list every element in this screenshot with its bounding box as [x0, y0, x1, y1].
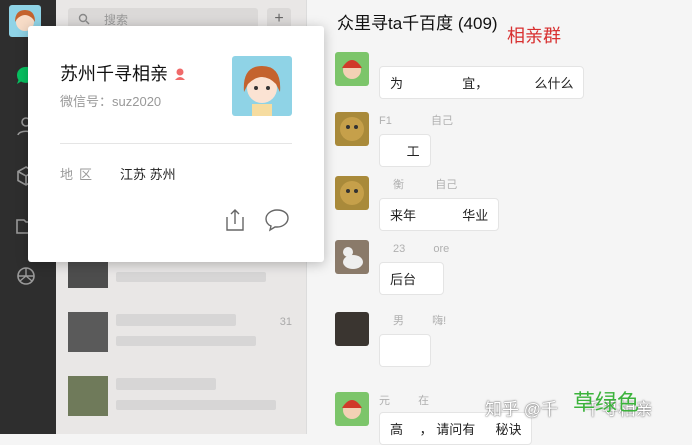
sender-name: 元 在 — [379, 395, 430, 407]
avatar — [335, 52, 369, 86]
send-message-icon[interactable] — [264, 208, 290, 232]
blurred-text — [116, 378, 216, 390]
divider — [60, 143, 292, 144]
message-bubble[interactable] — [379, 334, 431, 367]
message-bubble[interactable]: 为 宜， 么什么 — [379, 66, 585, 99]
blurred-text — [116, 272, 266, 282]
profile-name: 苏州千寻相亲 — [60, 60, 187, 86]
timestamp: 31 — [279, 316, 292, 328]
message-bubble[interactable]: 后台 — [379, 262, 444, 295]
avatar — [68, 376, 108, 416]
blurred-text — [116, 400, 276, 410]
chat-panel: 众里寻ta千百度 (409) 相亲群 为 宜， 么什么 F1 自己 工 衡 自己… — [307, 0, 692, 445]
profile-popup: 苏州千寻相亲 微信号：suz2020 地区 江苏 苏州 — [28, 26, 324, 262]
message-bubble[interactable]: 工 — [379, 134, 431, 167]
avatar — [335, 176, 369, 210]
moments-icon[interactable] — [14, 264, 38, 288]
list-item[interactable] — [56, 364, 306, 428]
share-icon[interactable] — [224, 208, 246, 232]
region-label: 地区 — [60, 167, 99, 182]
region-value: 江苏 苏州 — [120, 167, 176, 182]
chat-title: 众里寻ta千百度 (409) — [337, 14, 498, 33]
profile-avatar[interactable] — [232, 56, 292, 116]
annotation-green: 草绿色 — [573, 390, 640, 415]
avatar — [68, 312, 108, 352]
list-item[interactable]: 31 — [56, 300, 306, 364]
sender-name: 衡 自己 — [379, 179, 458, 191]
annotation-red: 相亲群 — [507, 26, 561, 46]
avatar — [335, 312, 369, 346]
sender-name: F1 自己 — [379, 115, 453, 127]
wechat-id: 微信号：suz2020 — [60, 94, 162, 109]
sender-name: 男 嗨! — [379, 315, 447, 327]
message-bubble[interactable]: 来年 华业 — [379, 198, 500, 231]
blurred-text — [116, 336, 256, 346]
search-icon — [78, 13, 90, 25]
sender-name: 23 ore — [379, 243, 450, 255]
avatar — [335, 392, 369, 426]
avatar — [335, 240, 369, 274]
avatar — [335, 112, 369, 146]
blurred-text — [116, 314, 236, 326]
female-gender-icon — [175, 68, 186, 80]
